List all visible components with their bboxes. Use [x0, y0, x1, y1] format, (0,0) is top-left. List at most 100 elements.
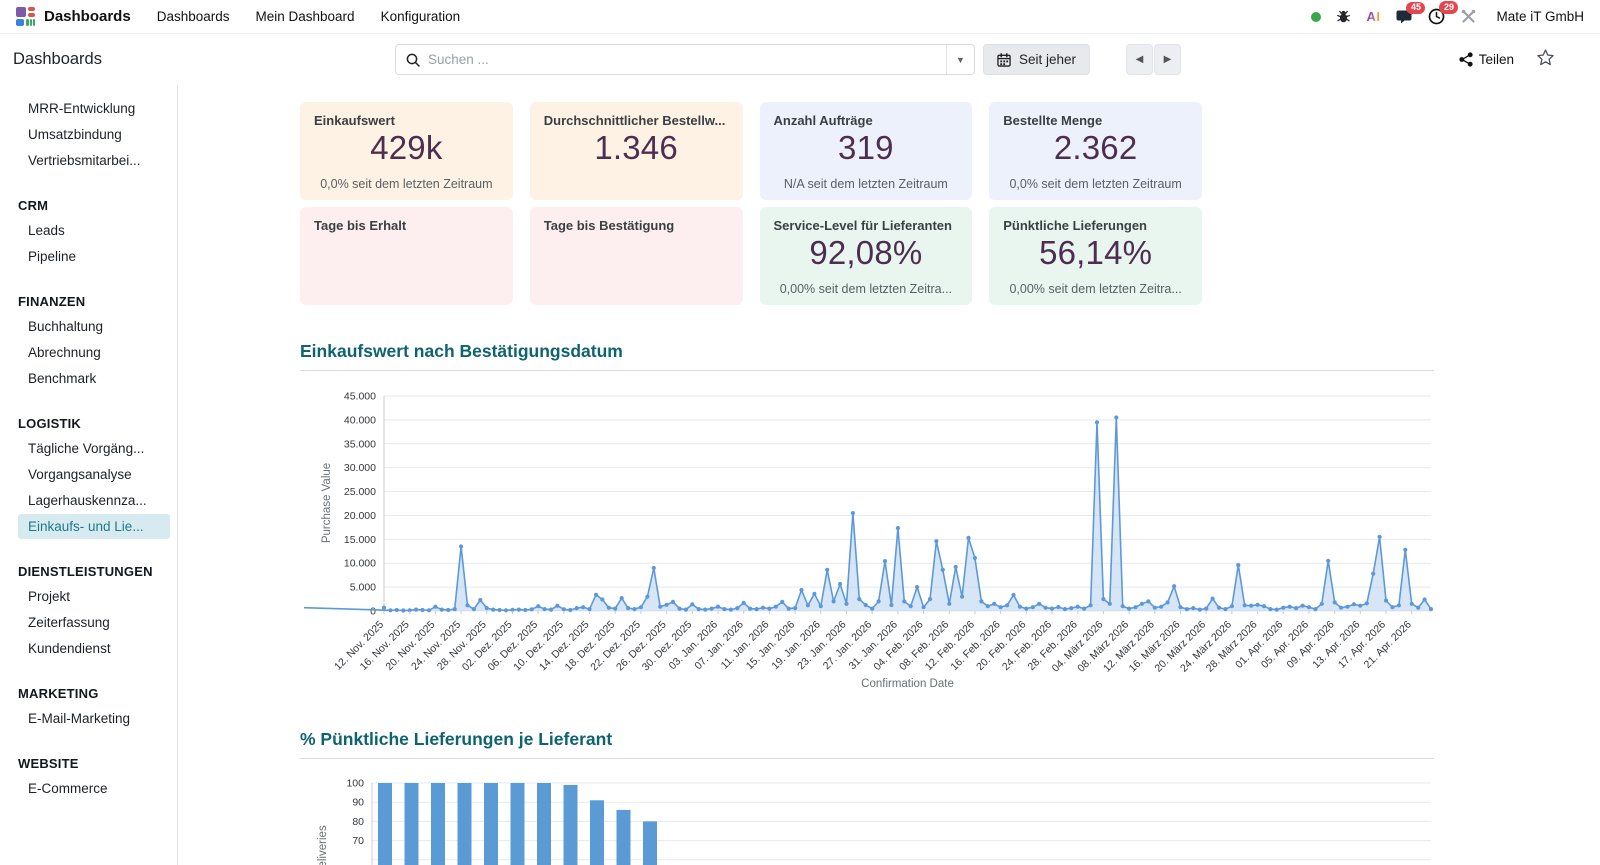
- svg-text:35.000: 35.000: [344, 438, 376, 450]
- kpi-value: 319: [838, 129, 894, 166]
- on-time-deliveries-bar-chart[interactable]: 100 90 80 70 % On-Time Deliveries: [300, 773, 1434, 865]
- svg-text:100: 100: [346, 778, 364, 790]
- kpi-title: Einkaufswert: [314, 113, 395, 128]
- line-chart-ylabel: Purchase Value: [321, 463, 333, 543]
- kpi-title: Service-Level für Lieferanten: [773, 218, 952, 233]
- sidebar-section-website: WEBSITE: [18, 756, 79, 771]
- messages-icon[interactable]: 45: [1395, 1, 1426, 25]
- sidebar-section-marketing: MARKETING: [18, 686, 99, 701]
- kpi-card[interactable]: Pünktliche Lieferungen 56,14% 0,00% seit d…: [989, 207, 1202, 305]
- kpi-subtitle: N/A seit dem letzten Zeitraum: [783, 177, 948, 191]
- sidebar-item[interactable]: E-Mail-Marketing: [0, 706, 177, 731]
- breadcrumb[interactable]: Dashboards: [13, 34, 102, 84]
- sidebar-section-crm: CRM: [18, 198, 49, 213]
- svg-text:30.000: 30.000: [344, 462, 376, 474]
- sidebar-item[interactable]: MRR-Entwicklung: [0, 96, 177, 121]
- kpi-subtitle: 0,0% seit dem letzten Zeitraum: [1009, 177, 1182, 191]
- kpi-value: 429k: [370, 129, 443, 166]
- activities-badge: 29: [1439, 1, 1459, 14]
- sidebar-item[interactable]: Kundendienst: [0, 636, 177, 661]
- kpi-value: 92,08%: [809, 234, 923, 271]
- kpi-title: Bestellte Menge: [1003, 113, 1103, 128]
- svg-text:25.000: 25.000: [344, 486, 376, 498]
- svg-text:90: 90: [352, 797, 364, 809]
- kpi-card[interactable]: Tage bis Erhalt: [300, 207, 513, 305]
- sidebar-item[interactable]: Umsatzbindung: [0, 122, 177, 147]
- sidebar-item[interactable]: Tägliche Vorgäng...: [0, 436, 177, 461]
- kpi-title: Tage bis Erhalt: [314, 218, 407, 233]
- purchase-value-line-chart[interactable]: 45.000 40.000 35.000 30.000 25.000 20.000 15.0…: [300, 387, 1434, 695]
- dashboard-main: Einkaufswert 429k 0,0% seit dem letzten Ze…: [178, 85, 1600, 865]
- bar-chart-title: % Pünktliche Lieferungen je Lieferant: [300, 729, 613, 749]
- sidebar-item[interactable]: Buchhaltung: [0, 314, 177, 339]
- sidebar-item[interactable]: Vorgangsanalyse: [0, 462, 177, 487]
- ai-assistant-icon[interactable]: AI: [1366, 9, 1380, 24]
- svg-text:40.000: 40.000: [344, 414, 376, 426]
- svg-text:15.000: 15.000: [344, 534, 376, 546]
- sidebar-item[interactable]: Zeiterfassung: [0, 610, 177, 635]
- control-bar: Dashboards ▼ Seit jeher ◀ ▶ Teilen: [0, 34, 1600, 84]
- kpi-value: 56,14%: [1039, 234, 1153, 271]
- kpi-grid: Einkaufswert 429k 0,0% seit dem letzten Ze…: [300, 102, 1202, 305]
- section-divider: [300, 758, 1434, 759]
- bar-chart-ylabel: % On-Time Deliveries: [317, 825, 329, 865]
- main-menu: Dashboards Mein Dashboard Konfiguration: [157, 9, 460, 24]
- svg-text:20.000: 20.000: [344, 510, 376, 522]
- section-divider: [300, 370, 1434, 371]
- on-time-deliveries-section: % Pünktliche Lieferungen je Lieferant 10…: [300, 729, 1434, 865]
- kpi-subtitle: 0,00% seit dem letzten Zeitra...: [1009, 282, 1182, 296]
- company-name[interactable]: Mate iT GmbH: [1496, 9, 1584, 24]
- sidebar-item[interactable]: E-Commerce: [0, 776, 177, 801]
- svg-text:5.000: 5.000: [350, 582, 376, 594]
- kpi-card[interactable]: Durchschnittlicher Bestellw... 1.346: [529, 102, 743, 200]
- prev-period-button[interactable]: ◀: [1126, 44, 1153, 75]
- top-navbar: Dashboards Dashboards Mein Dashboard Kon…: [0, 0, 1600, 34]
- kpi-subtitle: 0,00% seit dem letzten Zeitra...: [779, 282, 953, 296]
- app-logo-icon[interactable]: [16, 7, 35, 26]
- online-status-icon: [1311, 11, 1322, 22]
- activities-clock-icon[interactable]: 29: [1428, 1, 1459, 25]
- menu-mein-dashboard[interactable]: Mein Dashboard: [256, 9, 355, 24]
- kpi-card[interactable]: Service-Level für Lieferanten 92,08% 0,00%…: [759, 207, 973, 305]
- sidebar-item[interactable]: Pipeline: [0, 244, 177, 269]
- search-dropdown-caret-icon[interactable]: ▼: [946, 45, 974, 74]
- sidebar-item[interactable]: Lagerhauskennza...: [0, 488, 177, 513]
- search-icon: [406, 53, 420, 67]
- kpi-card[interactable]: Anzahl Aufträge 319 N/A seit dem letzten Z…: [759, 102, 973, 200]
- share-button[interactable]: Teilen: [1459, 34, 1514, 84]
- tools-icon[interactable]: [1460, 8, 1477, 25]
- sidebar-item[interactable]: Abrechnung: [0, 340, 177, 365]
- next-period-button[interactable]: ▶: [1154, 44, 1181, 75]
- sidebar-item[interactable]: Projekt: [0, 584, 177, 609]
- sidebar-item[interactable]: Vertriebsmitarbei...: [0, 148, 177, 173]
- search-box: ▼: [395, 44, 975, 75]
- kpi-card[interactable]: Einkaufswert 429k 0,0% seit dem letzten Ze…: [300, 102, 513, 200]
- menu-dashboards[interactable]: Dashboards: [157, 9, 230, 24]
- sidebar-item[interactable]: Benchmark: [0, 366, 177, 391]
- svg-text:70: 70: [352, 835, 364, 847]
- menu-konfiguration[interactable]: Konfiguration: [381, 9, 461, 24]
- svg-text:80: 80: [352, 816, 364, 828]
- search-input[interactable]: [428, 52, 946, 67]
- line-chart-xlabel: Confirmation Date: [861, 678, 954, 690]
- bug-icon[interactable]: [1336, 9, 1351, 24]
- purchase-value-section: Einkaufswert nach Bestätigungsdatum 45.0…: [300, 341, 1434, 695]
- sidebar-section-finanzen: FINANZEN: [18, 294, 86, 309]
- kpi-title: Anzahl Aufträge: [773, 113, 873, 128]
- sidebar-item-active[interactable]: Einkaufs- und Lie...: [18, 514, 170, 539]
- svg-text:10.000: 10.000: [344, 558, 376, 570]
- svg-text:0: 0: [370, 606, 376, 618]
- kpi-card[interactable]: Bestellte Menge 2.362 0,0% seit dem letzte…: [989, 102, 1202, 200]
- share-icon: [1459, 51, 1473, 67]
- kpi-title: Tage bis Bestätigung: [543, 218, 675, 233]
- sidebar-section-dienstleistungen: DIENSTLEISTUNGEN: [18, 564, 153, 579]
- kpi-card[interactable]: Tage bis Bestätigung: [529, 207, 743, 305]
- app-title: Dashboards: [44, 8, 131, 25]
- sidebar-section-logistik: LOGISTIK: [18, 416, 81, 431]
- share-label: Teilen: [1478, 51, 1514, 67]
- favorite-star-icon[interactable]: [1536, 48, 1555, 67]
- kpi-title: Pünktliche Lieferungen: [1003, 218, 1147, 233]
- dashboard-sidebar: MRR-Entwicklung Umsatzbindung Vertriebsmit…: [0, 85, 178, 865]
- sidebar-item[interactable]: Leads: [0, 218, 177, 243]
- date-filter-button[interactable]: Seit jeher: [983, 44, 1091, 75]
